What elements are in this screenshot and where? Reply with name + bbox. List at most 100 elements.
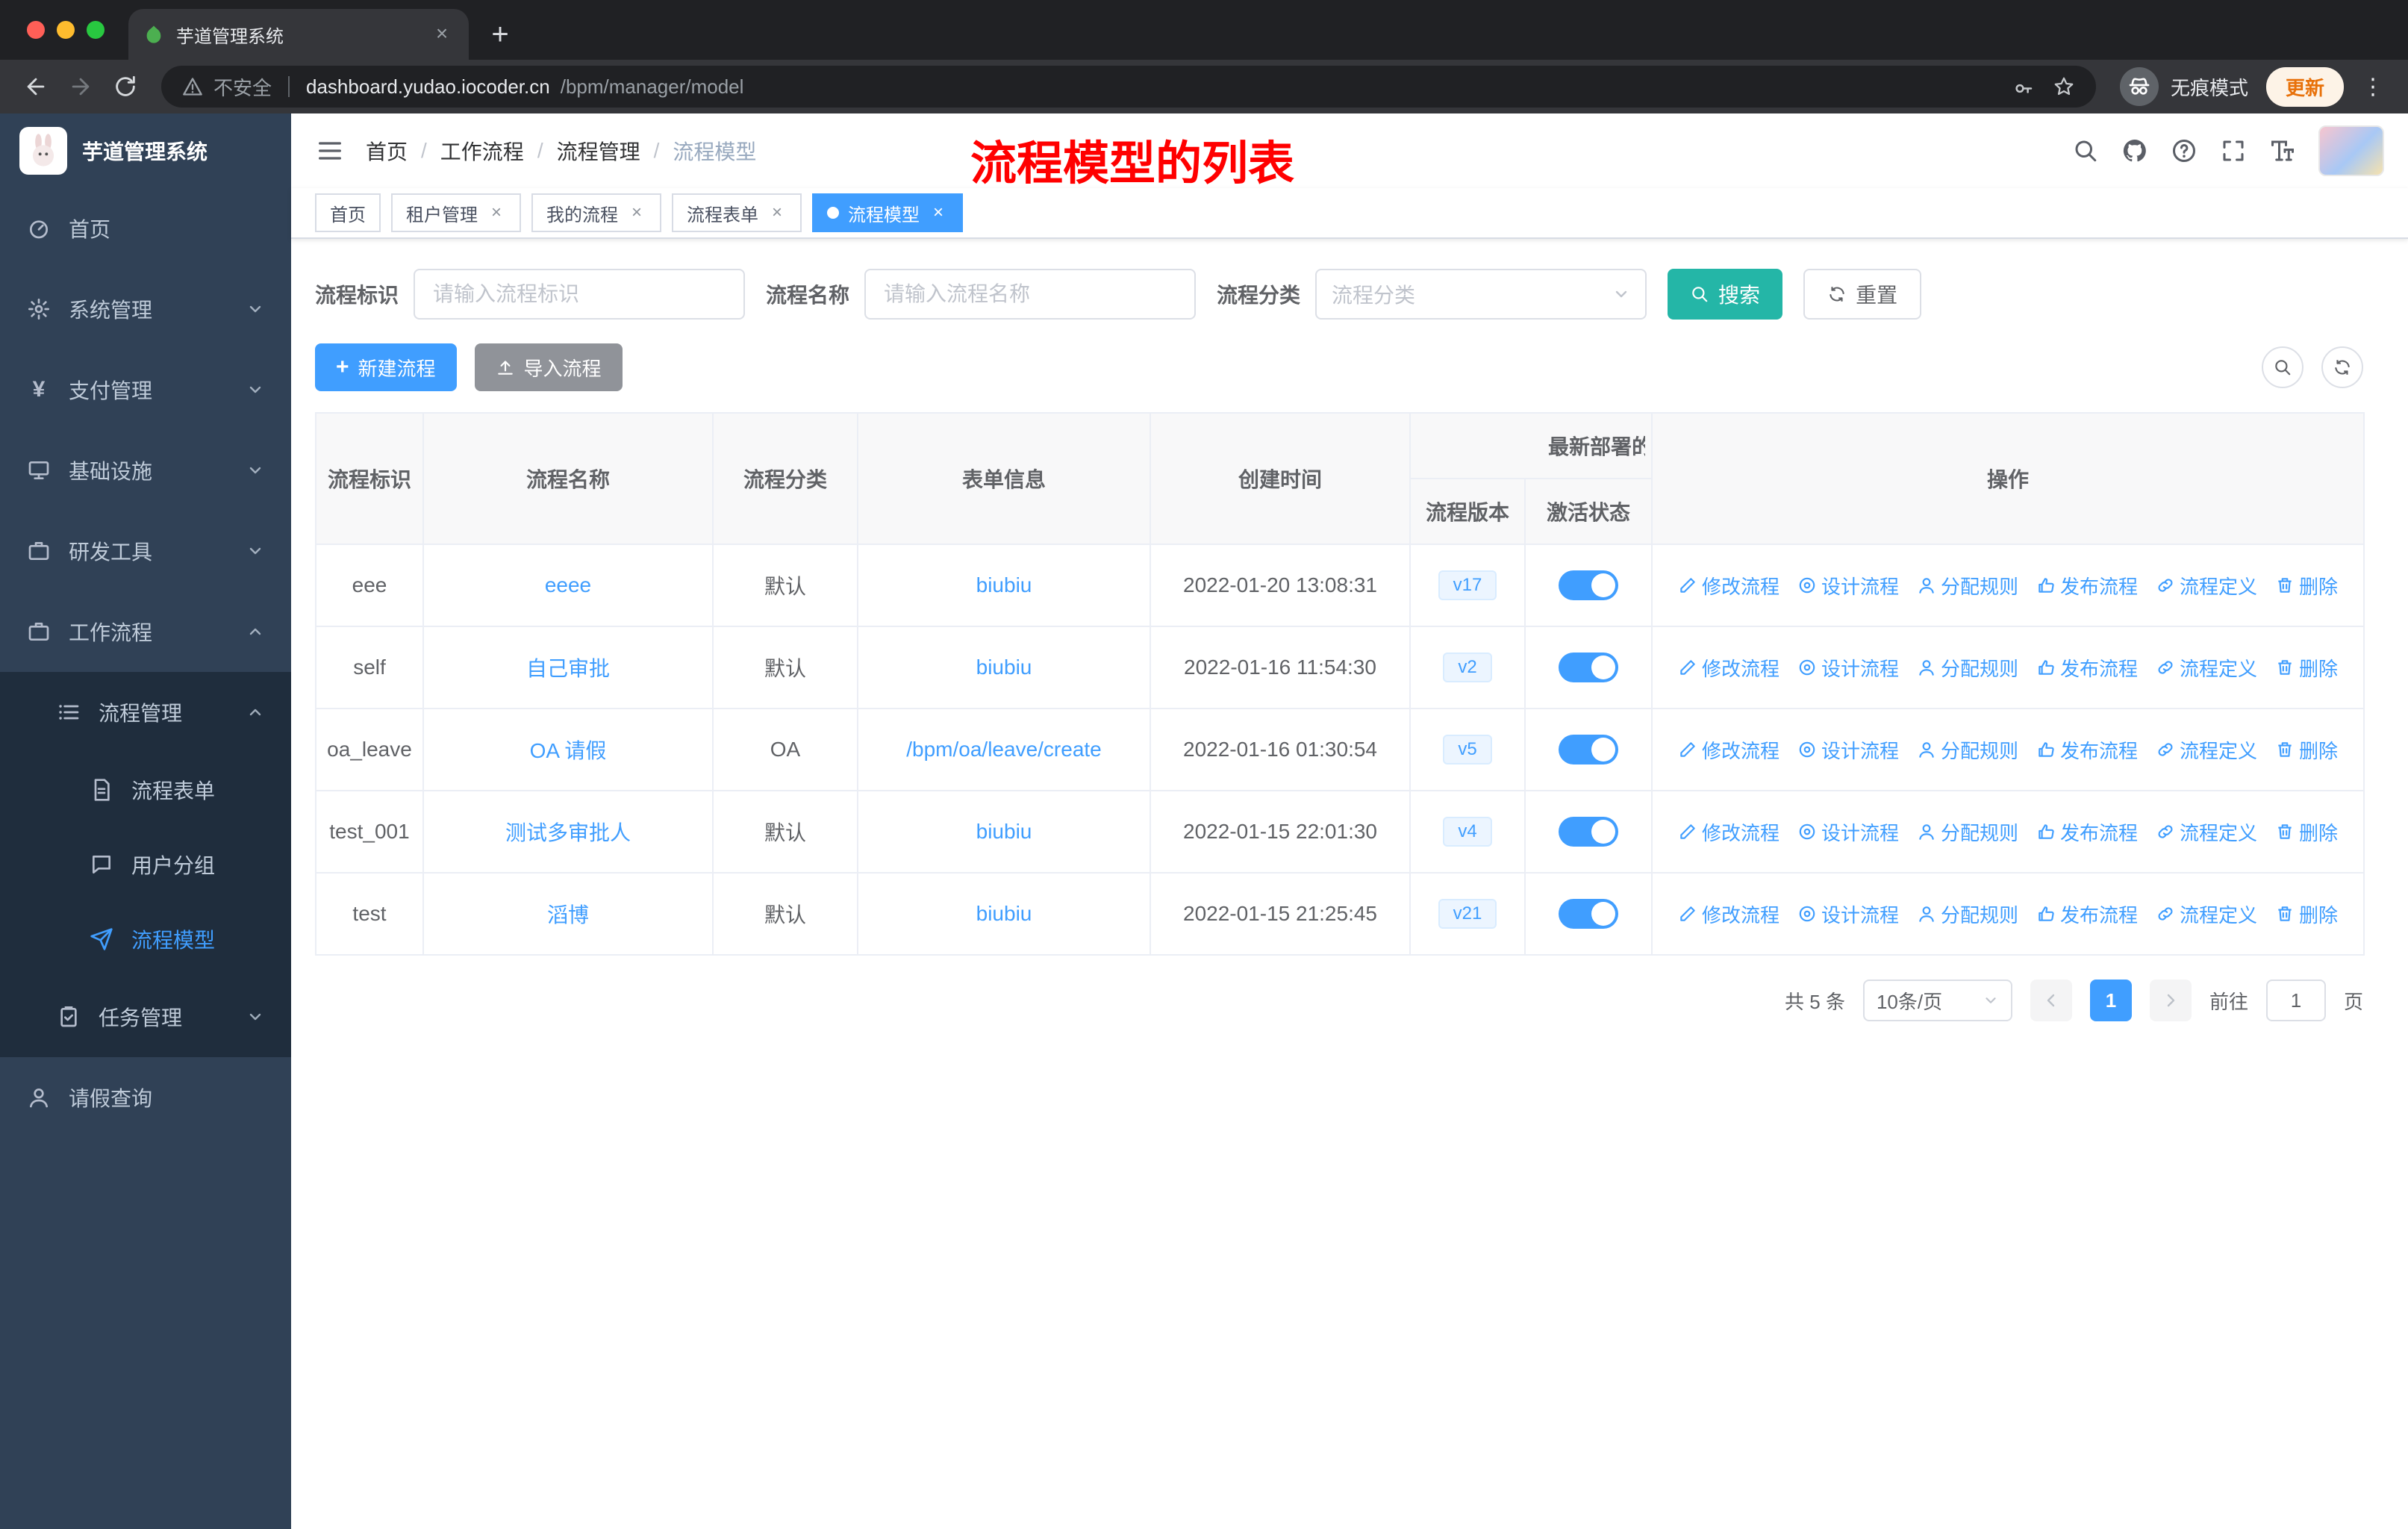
back-button[interactable] xyxy=(15,66,57,108)
search-icon[interactable] xyxy=(2072,137,2099,164)
publish-process-link[interactable]: 发布流程 xyxy=(2036,654,2138,682)
github-icon[interactable] xyxy=(2121,137,2148,164)
design-process-link[interactable]: 设计流程 xyxy=(1797,736,1899,764)
reset-button[interactable]: 重置 xyxy=(1803,269,1922,320)
sidebar-item-task-mgmt[interactable]: 任务管理 xyxy=(0,977,291,1057)
assign-rule-link[interactable]: 分配规则 xyxy=(1917,900,2018,928)
sidebar-item-user-group[interactable]: 用户分组 xyxy=(0,827,291,902)
delete-link[interactable]: 删除 xyxy=(2275,572,2338,600)
sidebar-item-process-form[interactable]: 流程表单 xyxy=(0,753,291,827)
tag-process-form[interactable]: 流程表单 × xyxy=(672,193,802,232)
forward-button[interactable] xyxy=(60,66,102,108)
update-button[interactable]: 更新 xyxy=(2265,66,2344,107)
sidebar-item-workflow[interactable]: 工作流程 xyxy=(0,591,291,672)
delete-link[interactable]: 删除 xyxy=(2275,900,2338,928)
publish-process-link[interactable]: 发布流程 xyxy=(2036,572,2138,600)
sidebar-item-infrastructure[interactable]: 基础设施 xyxy=(0,430,291,511)
sidebar-item-process-model[interactable]: 流程模型 xyxy=(0,902,291,977)
window-minimize-button[interactable] xyxy=(57,21,75,39)
page-size-select[interactable]: 10条/页 xyxy=(1862,980,2012,1021)
address-bar[interactable]: 不安全 dashboard.yudao.iocoder.cn/bpm/manag… xyxy=(161,66,2096,108)
version-badge[interactable]: v2 xyxy=(1443,653,1492,682)
bookmark-star-icon[interactable] xyxy=(2053,75,2075,98)
breadcrumb-item-home[interactable]: 首页 xyxy=(366,136,408,166)
search-button[interactable]: 搜索 xyxy=(1668,269,1783,320)
active-toggle[interactable] xyxy=(1559,899,1618,929)
process-definition-link[interactable]: 流程定义 xyxy=(2156,736,2257,764)
publish-process-link[interactable]: 发布流程 xyxy=(2036,900,2138,928)
form-info-link[interactable]: biubiu xyxy=(976,902,1032,925)
design-process-link[interactable]: 设计流程 xyxy=(1797,900,1899,928)
window-zoom-button[interactable] xyxy=(87,21,105,39)
goto-page-input[interactable] xyxy=(2265,980,2326,1021)
sidebar-item-process-mgmt[interactable]: 流程管理 xyxy=(0,672,291,753)
browser-tab[interactable]: 芋道管理系统 × xyxy=(128,9,469,60)
breadcrumb-item-process-mgmt[interactable]: 流程管理 xyxy=(557,136,640,166)
process-name-link[interactable]: 滔博 xyxy=(547,903,589,927)
sidebar-item-payment-mgmt[interactable]: ¥ 支付管理 xyxy=(0,349,291,430)
category-select[interactable]: 流程分类 xyxy=(1315,269,1647,320)
breadcrumb-item-workflow[interactable]: 工作流程 xyxy=(440,136,524,166)
process-definition-link[interactable]: 流程定义 xyxy=(2156,818,2257,846)
sidebar-item-home[interactable]: 首页 xyxy=(0,188,291,269)
tab-close-icon[interactable]: × xyxy=(430,22,454,46)
sidebar-item-system-mgmt[interactable]: 系统管理 xyxy=(0,269,291,349)
security-warning-icon[interactable] xyxy=(182,76,203,97)
user-avatar[interactable] xyxy=(2318,125,2384,176)
fullscreen-icon[interactable] xyxy=(2220,137,2247,164)
process-name-link[interactable]: 自己审批 xyxy=(526,657,610,680)
modify-process-link[interactable]: 修改流程 xyxy=(1678,572,1780,600)
modify-process-link[interactable]: 修改流程 xyxy=(1678,654,1780,682)
import-process-button[interactable]: 导入流程 xyxy=(474,343,623,391)
assign-rule-link[interactable]: 分配规则 xyxy=(1917,736,2018,764)
browser-menu-icon[interactable]: ⋮ xyxy=(2347,74,2393,100)
process-name-link[interactable]: 测试多审批人 xyxy=(505,821,631,844)
reload-button[interactable] xyxy=(105,66,146,108)
form-info-link[interactable]: biubiu xyxy=(976,655,1032,679)
tag-close-icon[interactable]: × xyxy=(767,202,787,223)
help-icon[interactable] xyxy=(2171,137,2198,164)
window-close-button[interactable] xyxy=(27,21,45,39)
delete-link[interactable]: 删除 xyxy=(2275,736,2338,764)
refresh-table-button[interactable] xyxy=(2321,346,2363,388)
next-page-button[interactable] xyxy=(2149,980,2192,1021)
assign-rule-link[interactable]: 分配规则 xyxy=(1917,654,2018,682)
tag-close-icon[interactable]: × xyxy=(487,202,506,223)
active-toggle[interactable] xyxy=(1559,570,1618,600)
active-toggle[interactable] xyxy=(1559,735,1618,764)
publish-process-link[interactable]: 发布流程 xyxy=(2036,818,2138,846)
assign-rule-link[interactable]: 分配规则 xyxy=(1917,572,2018,600)
tag-process-model[interactable]: 流程模型 × xyxy=(812,193,963,232)
modify-process-link[interactable]: 修改流程 xyxy=(1678,818,1780,846)
delete-link[interactable]: 删除 xyxy=(2275,654,2338,682)
collapse-sidebar-icon[interactable] xyxy=(315,136,345,166)
process-key-input[interactable] xyxy=(414,269,746,320)
process-definition-link[interactable]: 流程定义 xyxy=(2156,654,2257,682)
form-info-link[interactable]: /bpm/oa/leave/create xyxy=(906,738,1102,761)
delete-link[interactable]: 删除 xyxy=(2275,818,2338,846)
modify-process-link[interactable]: 修改流程 xyxy=(1678,900,1780,928)
version-badge[interactable]: v4 xyxy=(1443,817,1492,847)
publish-process-link[interactable]: 发布流程 xyxy=(2036,736,2138,764)
tag-close-icon[interactable]: × xyxy=(929,202,948,223)
tag-close-icon[interactable]: × xyxy=(627,202,646,223)
font-size-icon[interactable] xyxy=(2269,137,2296,164)
version-badge[interactable]: v17 xyxy=(1438,570,1497,600)
version-badge[interactable]: v21 xyxy=(1438,899,1497,929)
new-tab-button[interactable]: + xyxy=(478,12,523,57)
version-badge[interactable]: v5 xyxy=(1443,735,1492,764)
process-definition-link[interactable]: 流程定义 xyxy=(2156,900,2257,928)
prev-page-button[interactable] xyxy=(2030,980,2072,1021)
page-1-button[interactable]: 1 xyxy=(2089,980,2132,1021)
sidebar-item-leave-query[interactable]: 请假查询 xyxy=(0,1057,291,1138)
form-info-link[interactable]: biubiu xyxy=(976,820,1032,843)
process-name-link[interactable]: eeee xyxy=(545,573,591,597)
tag-home[interactable]: 首页 xyxy=(315,193,381,232)
process-definition-link[interactable]: 流程定义 xyxy=(2156,572,2257,600)
active-toggle[interactable] xyxy=(1559,653,1618,682)
assign-rule-link[interactable]: 分配规则 xyxy=(1917,818,2018,846)
tag-tenant-mgmt[interactable]: 租户管理 × xyxy=(391,193,521,232)
design-process-link[interactable]: 设计流程 xyxy=(1797,572,1899,600)
design-process-link[interactable]: 设计流程 xyxy=(1797,818,1899,846)
process-name-input[interactable] xyxy=(864,269,1197,320)
